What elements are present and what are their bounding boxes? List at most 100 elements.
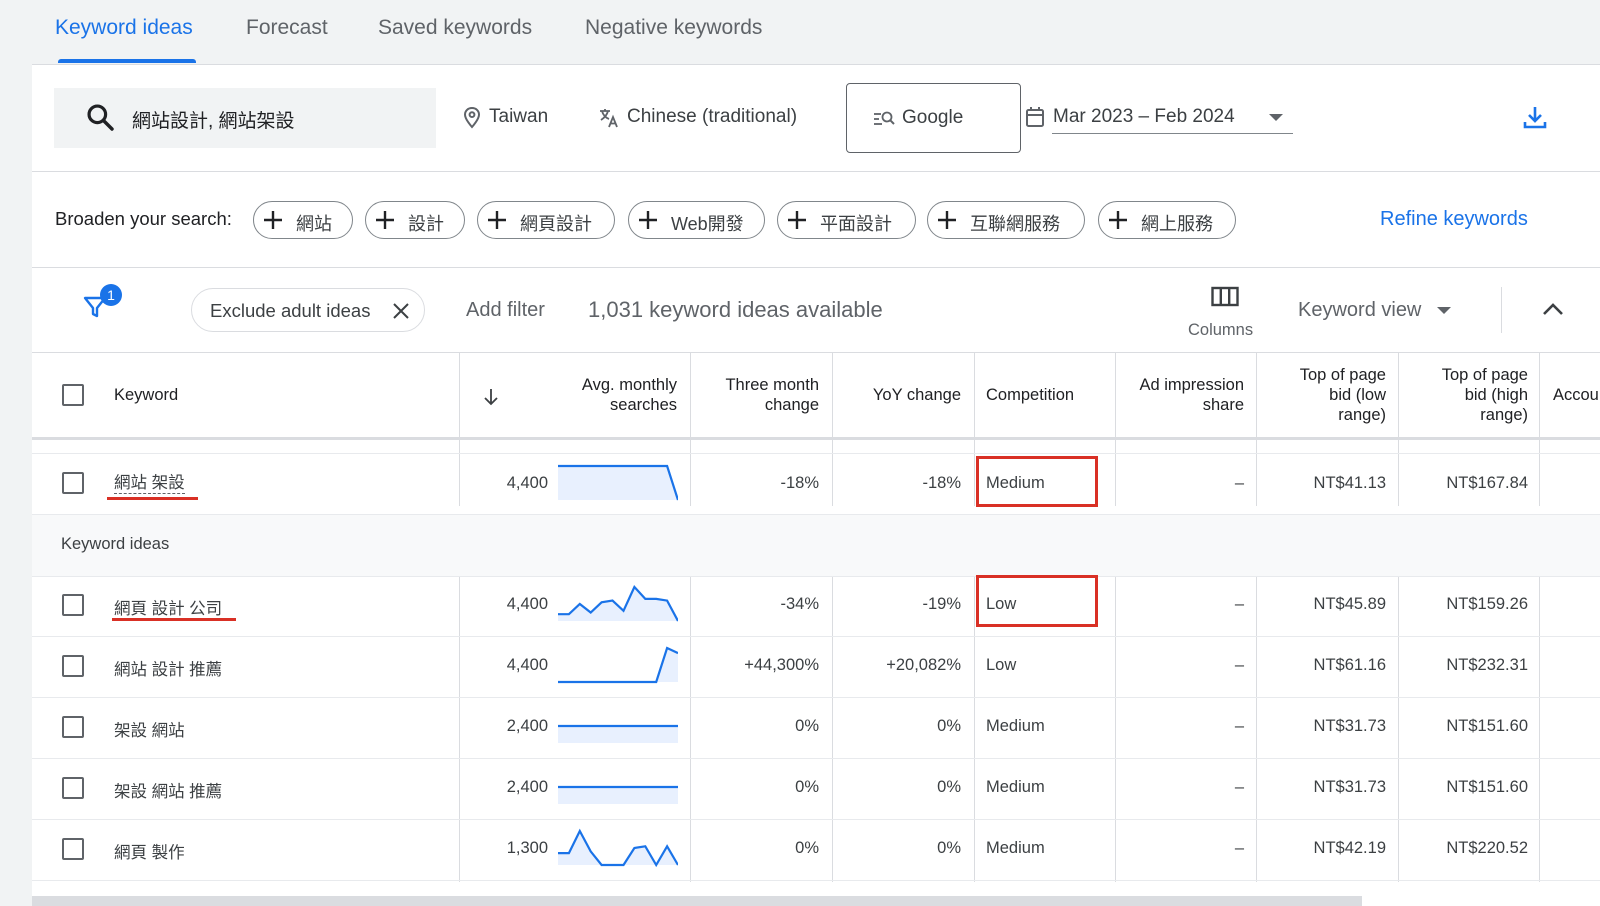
three-month-change-value: 0% xyxy=(795,778,819,796)
row-checkbox[interactable] xyxy=(62,594,84,616)
three-month-change-value: 0% xyxy=(795,839,819,857)
language-selector[interactable]: Chinese (traditional) xyxy=(597,106,807,132)
competition-value: Medium xyxy=(986,717,1045,735)
bid-high-value: NT$167.84 xyxy=(1446,474,1528,492)
broaden-search-label: Broaden your search: xyxy=(55,208,232,229)
ad-impression-share-value: – xyxy=(1234,717,1244,735)
filter-count-badge: 1 xyxy=(100,284,122,306)
search-network-selector[interactable]: Google xyxy=(846,83,1021,153)
keyword-text[interactable]: 架設 網站 推薦 xyxy=(114,778,222,802)
three-month-change-value: 0% xyxy=(795,717,819,735)
keyword-view-selector[interactable]: Keyword view xyxy=(1298,299,1451,322)
header-account-status[interactable]: Accou xyxy=(1553,385,1600,405)
keyword-text[interactable]: 網頁 設計 公司 xyxy=(114,595,222,619)
columns-label: Columns xyxy=(1188,321,1254,339)
row-checkbox[interactable] xyxy=(62,655,84,677)
plus-icon xyxy=(1109,211,1127,229)
location-selector[interactable]: Taiwan xyxy=(462,106,562,132)
three-month-change-value: +44,300% xyxy=(744,656,819,674)
select-all-checkbox[interactable] xyxy=(62,384,84,406)
add-filter-button[interactable]: Add filter xyxy=(466,299,545,322)
broaden-chip-平面設計[interactable]: 平面設計 xyxy=(777,201,916,239)
sparkline-area xyxy=(558,787,678,804)
close-icon[interactable] xyxy=(392,302,410,320)
avg-monthly-searches-value: 4,400 xyxy=(506,656,548,674)
header-bid-low[interactable]: Top of page bid (low range) xyxy=(1256,365,1386,425)
bid-low-value: NT$61.16 xyxy=(1313,656,1386,674)
row-checkbox[interactable] xyxy=(62,472,84,494)
trend-sparkline xyxy=(558,585,678,622)
date-range-selector[interactable]: Mar 2023 – Feb 2024 xyxy=(1025,106,1295,132)
tab-saved-keywords[interactable]: Saved keywords xyxy=(378,16,532,40)
competition-value: Medium xyxy=(986,839,1045,857)
bid-high-value: NT$159.26 xyxy=(1446,595,1528,613)
download-icon[interactable] xyxy=(1522,104,1548,130)
broaden-chip-網上服務[interactable]: 網上服務 xyxy=(1098,201,1236,239)
broaden-chip-互聯網服務[interactable]: 互聯網服務 xyxy=(927,201,1085,239)
tab-bar: Keyword ideas Forecast Saved keywords Ne… xyxy=(0,0,1600,64)
sparkline-area xyxy=(558,466,678,500)
date-range-label: Mar 2023 – Feb 2024 xyxy=(1053,106,1235,127)
collapse-chevron-icon[interactable] xyxy=(1542,302,1564,316)
plus-icon xyxy=(788,211,806,229)
keyword-text[interactable]: 架設 網站 xyxy=(114,717,185,741)
trend-sparkline xyxy=(558,464,678,501)
keyword-text[interactable]: 網站 架設 xyxy=(114,473,185,494)
sort-descending-icon[interactable] xyxy=(483,388,499,406)
keyword-search-input[interactable]: 網站設計, 網站架設 xyxy=(54,88,436,148)
header-ad-impression-share[interactable]: Ad impression share xyxy=(1114,375,1244,415)
tab-keyword-ideas[interactable]: Keyword ideas xyxy=(55,16,193,40)
header-keyword[interactable]: Keyword xyxy=(114,385,178,405)
red-box-annotation xyxy=(976,575,1098,627)
exclude-adult-ideas-chip[interactable]: Exclude adult ideas xyxy=(191,288,425,332)
tab-forecast[interactable]: Forecast xyxy=(246,16,328,40)
header-yoy-change[interactable]: YoY change xyxy=(831,385,961,405)
keyword-text[interactable]: 網頁 製作 xyxy=(114,839,185,863)
bid-low-value: NT$41.13 xyxy=(1313,474,1386,492)
translate-icon xyxy=(600,109,618,128)
broaden-chip-設計[interactable]: 設計 xyxy=(365,201,465,239)
bid-low-value: NT$31.73 xyxy=(1313,778,1386,796)
competition-value: Medium xyxy=(986,778,1045,796)
row-checkbox[interactable] xyxy=(62,777,84,799)
refine-keywords-button[interactable]: Refine keywords xyxy=(1380,208,1528,231)
divider xyxy=(1501,287,1502,333)
sparkline-area xyxy=(558,648,678,682)
header-avg-monthly-searches[interactable]: Avg. monthly searches xyxy=(537,375,677,415)
ad-impression-share-value: – xyxy=(1234,595,1244,613)
keyword-text[interactable]: 網站 設計 推薦 xyxy=(114,656,222,680)
bid-high-value: NT$220.52 xyxy=(1446,839,1528,857)
competition-value: Low xyxy=(986,656,1017,674)
keyword-count-text: 1,031 keyword ideas available xyxy=(588,297,883,322)
header-competition[interactable]: Competition xyxy=(986,385,1074,405)
divider xyxy=(32,267,1600,268)
filter-button[interactable]: 1 xyxy=(82,284,126,326)
tab-negative-keywords[interactable]: Negative keywords xyxy=(585,16,762,40)
ad-impression-share-value: – xyxy=(1234,778,1244,796)
plus-icon xyxy=(938,211,956,229)
dropdown-arrow-icon xyxy=(1436,306,1451,314)
broaden-chip-網站[interactable]: 網站 xyxy=(253,201,353,239)
broaden-chip-web開發[interactable]: Web開發 xyxy=(628,201,765,239)
bid-high-value: NT$151.60 xyxy=(1446,717,1528,735)
language-label: Chinese (traditional) xyxy=(627,106,798,127)
yoy-change-value: +20,082% xyxy=(886,656,961,674)
yoy-change-value: 0% xyxy=(937,778,961,796)
header-three-month-change[interactable]: Three month change xyxy=(689,375,819,415)
divider xyxy=(32,171,1600,172)
broaden-chip-網頁設計[interactable]: 網頁設計 xyxy=(477,201,615,239)
plus-icon xyxy=(639,211,657,229)
red-underline-annotation xyxy=(112,618,236,621)
horizontal-scrollbar[interactable] xyxy=(32,896,1362,906)
row-checkbox[interactable] xyxy=(62,838,84,860)
plus-icon xyxy=(376,211,394,229)
columns-icon xyxy=(1211,286,1239,307)
header-bid-high[interactable]: Top of page bid (high range) xyxy=(1398,365,1528,425)
dropdown-arrow-icon xyxy=(1269,114,1283,121)
row-checkbox[interactable] xyxy=(62,716,84,738)
date-range-underline xyxy=(1052,133,1293,134)
ad-impression-share-value: – xyxy=(1234,656,1244,674)
section-header: Keyword ideas xyxy=(32,515,1600,576)
trend-sparkline xyxy=(558,724,678,743)
trend-sparkline xyxy=(558,785,678,804)
